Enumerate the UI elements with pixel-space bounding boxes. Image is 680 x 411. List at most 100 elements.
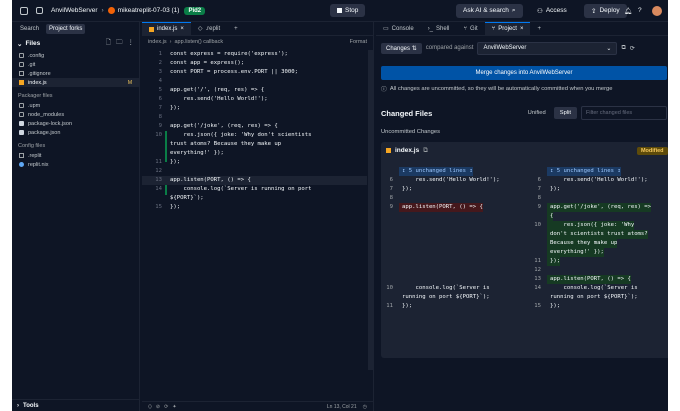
tab-shell[interactable]: ›_ Shell [421, 22, 457, 35]
editor-tab-index-js[interactable]: index.js × [142, 22, 191, 35]
file-label: index.js [28, 79, 47, 86]
line-text: const express = require('express'); [170, 51, 288, 57]
filter-input[interactable]: Filter changed files [581, 106, 667, 120]
tab-git[interactable]: ⑂ Git [456, 22, 484, 35]
avatar[interactable] [652, 5, 662, 16]
code-line: 6 res.send('Hello World!'); [142, 95, 367, 104]
chevron-right-icon: › [101, 7, 104, 14]
file-item-config[interactable]: .config [12, 51, 139, 60]
history-icon[interactable]: ◷ [363, 404, 367, 410]
workspace-name[interactable]: AnvilWebServer [51, 7, 97, 14]
line-number: 5 [158, 87, 162, 93]
diff-file-name[interactable]: index.js [395, 147, 419, 154]
line-number: 10 [155, 132, 162, 138]
home-icon[interactable] [36, 7, 43, 14]
code-line: 4 [142, 77, 367, 86]
split-button[interactable]: Split [553, 107, 577, 119]
line-number [381, 212, 399, 221]
diff-line: 11}); [529, 257, 668, 266]
line-text: app.listen(PORT, () => { [170, 177, 251, 183]
line-number: 13 [155, 177, 162, 183]
diff-line: 9 app.listen(PORT, () => { [381, 203, 531, 212]
stop-button[interactable]: Stop [330, 4, 366, 17]
diff-line: running on port ${PORT}`); [529, 293, 668, 302]
code-area[interactable]: 1 const express = require('express'); 2 con… [142, 50, 367, 212]
files-label: Files [25, 40, 41, 47]
line-text [547, 266, 550, 275]
bell-icon[interactable]: 🔔︎ [624, 7, 632, 15]
file-item-replit-nix[interactable]: replit.nix [12, 160, 139, 169]
line-text [399, 248, 402, 257]
line-text: ↕ 5 unchanged lines ↕ [547, 167, 621, 176]
ask-ai-label: Ask AI & search [463, 7, 509, 14]
file-item-package-json[interactable]: package.json [12, 128, 139, 137]
file-item-replit[interactable]: .replit [12, 151, 139, 160]
repl-name[interactable]: mikeatreplit-07-03 (1) [107, 7, 179, 14]
new-tab-button[interactable]: + [227, 22, 245, 35]
branch-select[interactable]: AnvilWebServer ⌄ [477, 41, 618, 55]
console-icon: ▭ [383, 26, 389, 32]
chevron-down-icon[interactable]: ⌄ [17, 40, 22, 48]
line-number: 12 [534, 267, 541, 273]
file-item-index-js[interactable]: index.js M [12, 78, 139, 87]
line-text: don't scientists trust atoms? [547, 230, 648, 239]
changed-files-title: Changed Files [381, 108, 433, 118]
diff-line: 10 console.log(`Server is [381, 284, 531, 293]
editor-tab-replit[interactable]: ◇ .replit [191, 22, 227, 35]
close-icon[interactable]: × [180, 26, 184, 32]
sync-icon[interactable]: ⟳ [164, 404, 168, 410]
sidebar-toggle-icon[interactable] [20, 6, 28, 15]
line-text: }); [170, 204, 181, 210]
code-line: 8 [142, 113, 367, 122]
line-number: 6 [389, 177, 393, 183]
breadcrumb-symbol[interactable]: app.listen() callback [175, 39, 224, 45]
changes-dropdown[interactable]: Changes ⇅ [381, 42, 422, 54]
code-icon[interactable]: ⟨⟩ [148, 404, 152, 410]
new-folder-icon[interactable]: 🗀︎ [116, 38, 123, 49]
help-icon[interactable]: ? [638, 7, 642, 14]
access-button[interactable]: ⚇ Access [537, 7, 567, 15]
editor-scrollbar[interactable] [368, 50, 373, 370]
tools-section[interactable]: › Tools [12, 399, 139, 411]
line-text: ↕ 5 unchanged lines ↕ [399, 167, 473, 176]
close-icon[interactable]: × [520, 26, 524, 32]
format-button[interactable]: Format [350, 39, 367, 45]
file-label: .git [28, 61, 36, 68]
ai-icon[interactable]: ✦ [172, 404, 176, 410]
refresh-icon[interactable]: ⟳ [630, 45, 635, 52]
cursor-position[interactable]: Ln 13, Col 21 [327, 404, 357, 410]
file-item-upm[interactable]: .upm [12, 101, 139, 110]
new-file-icon[interactable]: 🗋︎ [106, 38, 111, 49]
file-item-node-modules[interactable]: node_modules [12, 110, 139, 119]
line-text: app.listen(PORT, () => { [399, 203, 483, 212]
line-number: 11 [534, 258, 541, 264]
deploy-button[interactable]: ⇪ Deploy [584, 3, 627, 18]
ask-ai-search-button[interactable]: Ask AI & search ⌕ [456, 3, 523, 18]
file-item-package-lock[interactable]: package-lock.json [12, 119, 139, 128]
line-text: }); [547, 257, 561, 266]
folder-icon [19, 53, 24, 58]
unified-button[interactable]: Unified [522, 107, 552, 119]
tab-console[interactable]: ▭ Console [376, 22, 421, 35]
code-line: 1 const express = require('express'); [142, 50, 367, 59]
diff-line: ↕ 5 unchanged lines ↕ [381, 167, 531, 176]
tab-search[interactable]: Search [17, 24, 42, 34]
copy-icon[interactable]: ⧉ [423, 147, 428, 155]
new-tab-button[interactable]: + [530, 22, 548, 35]
deploy-icon: ⇪ [591, 7, 597, 15]
error-icon[interactable]: ⊘ [156, 404, 160, 410]
file-item-git[interactable]: .git [12, 60, 139, 69]
line-number [381, 167, 399, 176]
line-text: running on port ${PORT}`); [402, 294, 490, 300]
tab-project[interactable]: ⑂ Project × [484, 22, 531, 35]
more-options-icon[interactable]: ⋮ [128, 38, 135, 49]
pid-badge: Pid2 [184, 6, 206, 15]
breadcrumb-file[interactable]: index.js [148, 39, 167, 45]
external-link-icon[interactable]: ⧉ [621, 45, 625, 52]
file-item-gitignore[interactable]: .gitignore [12, 69, 139, 78]
merge-button[interactable]: Merge changes into AnvilWebServer [381, 66, 667, 80]
line-number [381, 248, 399, 257]
code-line: 11}); [142, 158, 367, 167]
tab-project-forks[interactable]: Project forks [46, 24, 86, 34]
tab-label: Project [498, 26, 517, 32]
